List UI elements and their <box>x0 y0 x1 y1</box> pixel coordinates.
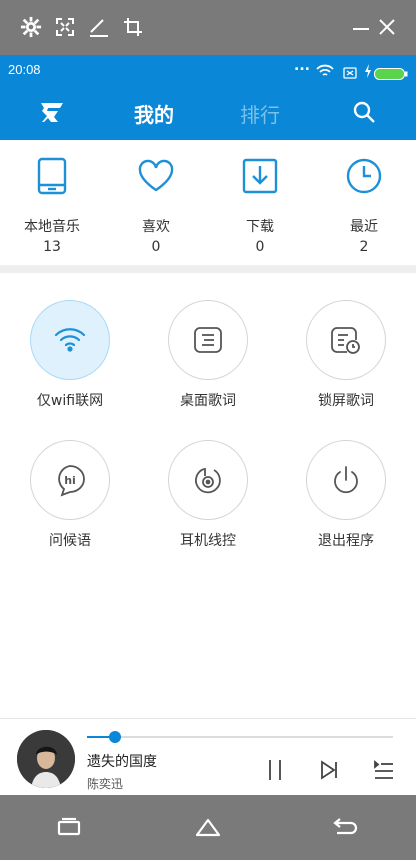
pause-button[interactable] <box>262 757 288 783</box>
next-icon <box>321 760 337 780</box>
lockscreen-lyrics-toggle[interactable]: 锁屏歌词 <box>278 300 416 420</box>
more-indicator: ... <box>294 58 310 74</box>
fn-label: 退出程序 <box>318 533 374 549</box>
crop-icon[interactable] <box>120 14 146 40</box>
exit-app-button[interactable]: 退出程序 <box>278 440 416 560</box>
stat-count: 0 <box>255 239 265 255</box>
fn-label: 锁屏歌词 <box>318 393 374 409</box>
fn-label: 问候语 <box>49 533 91 549</box>
clock-icon <box>345 157 383 195</box>
back-icon[interactable] <box>330 815 360 839</box>
sim-icon <box>343 64 357 83</box>
system-nav-bar <box>0 795 416 860</box>
wifi-icon <box>30 300 110 380</box>
fn-label: 桌面歌词 <box>180 393 236 409</box>
recent-apps-icon[interactable] <box>54 815 84 839</box>
emulator-toolbar <box>0 0 416 55</box>
progress-handle[interactable] <box>108 731 121 743</box>
edit-icon[interactable] <box>86 14 112 40</box>
fn-label: 仅wifi联网 <box>36 393 104 409</box>
charging-icon <box>364 63 372 82</box>
wifi-only-toggle[interactable]: 仅wifi联网 <box>2 300 142 420</box>
album-art[interactable] <box>17 730 75 788</box>
app-header: 我的 排行 <box>0 87 416 140</box>
stat-label: 下载 <box>246 219 274 235</box>
tab-ranking[interactable]: 排行 <box>240 99 280 128</box>
stat-label: 喜欢 <box>142 219 170 235</box>
headphone-jack-icon <box>168 440 248 520</box>
power-icon <box>306 440 386 520</box>
stat-local-music[interactable]: 本地音乐 13 <box>0 140 104 265</box>
fullscreen-icon[interactable] <box>52 14 78 40</box>
progress-bar[interactable] <box>87 731 393 743</box>
stat-favorites[interactable]: 喜欢 0 <box>104 140 208 265</box>
stat-label: 最近 <box>350 219 378 235</box>
stat-count: 13 <box>43 239 61 255</box>
heart-icon <box>137 157 175 195</box>
greeting-icon-text: hi <box>64 474 76 487</box>
song-title: 遗失的国度 <box>87 754 157 770</box>
settings-icon[interactable] <box>18 14 44 40</box>
app-logo-icon <box>38 99 66 131</box>
stat-label: 本地音乐 <box>24 219 80 235</box>
lyrics-icon <box>168 300 248 380</box>
pause-icon <box>269 760 281 780</box>
section-divider <box>0 265 416 273</box>
phone-icon <box>33 157 71 195</box>
tab-mine[interactable]: 我的 <box>134 99 174 128</box>
battery-icon <box>374 65 408 84</box>
desktop-lyrics-toggle[interactable]: 桌面歌词 <box>140 300 280 420</box>
greeting-toggle[interactable]: hi 问候语 <box>2 440 142 560</box>
greeting-icon: hi <box>30 440 110 520</box>
status-bar: 20:08 ... <box>0 55 416 87</box>
playlist-icon <box>374 760 393 779</box>
download-icon <box>241 157 279 195</box>
home-icon[interactable] <box>193 815 223 839</box>
stat-recent[interactable]: 最近 2 <box>312 140 416 265</box>
stat-count: 0 <box>151 239 161 255</box>
lockscreen-lyrics-icon <box>306 300 386 380</box>
wifi-status-icon <box>316 63 334 82</box>
playlist-button[interactable] <box>370 757 396 783</box>
artist-name: 陈奕迅 <box>87 777 124 791</box>
fn-label: 耳机线控 <box>180 533 236 549</box>
stat-downloads[interactable]: 下载 0 <box>208 140 312 265</box>
next-button[interactable] <box>316 757 342 783</box>
search-icon[interactable] <box>352 100 376 128</box>
stat-count: 2 <box>359 239 369 255</box>
headset-control-toggle[interactable]: 耳机线控 <box>140 440 280 560</box>
close-icon[interactable] <box>374 14 400 40</box>
status-time: 20:08 <box>8 62 41 77</box>
mini-player: 遗失的国度 陈奕迅 <box>0 718 416 796</box>
minimize-icon[interactable] <box>348 14 374 40</box>
